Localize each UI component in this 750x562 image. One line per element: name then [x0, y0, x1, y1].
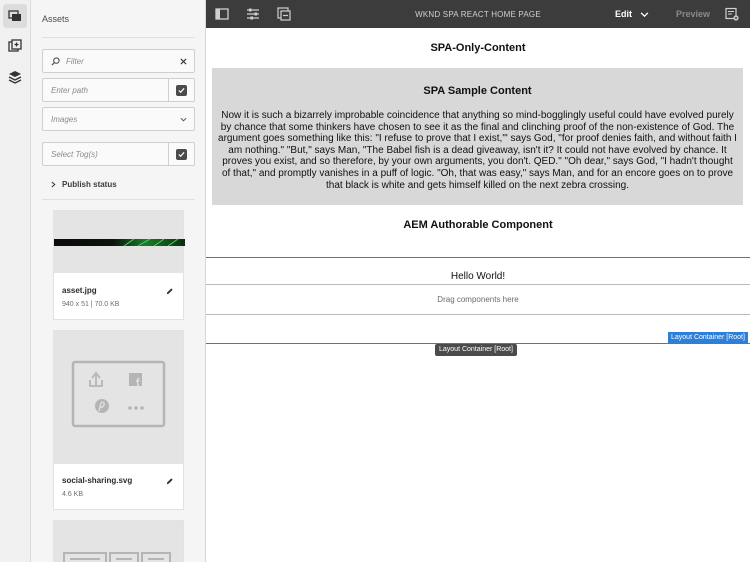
publish-status-toggle[interactable]: Publish status [51, 180, 117, 189]
panel-divider [42, 37, 195, 38]
filter-placeholder: Filter [66, 56, 84, 66]
checkbox-icon [176, 148, 187, 160]
content-tree-rail-button[interactable] [3, 65, 27, 89]
asset-name: social-sharing.svg [62, 476, 133, 485]
annotations-icon[interactable] [725, 7, 739, 21]
close-icon [179, 57, 187, 65]
spa-only-heading: SPA-Only-Content [430, 42, 526, 54]
asset-thumbnail [54, 331, 183, 464]
chevron-down-icon [172, 116, 194, 123]
component-divider [206, 314, 750, 315]
assets-rail-button[interactable] [3, 4, 27, 28]
search-icon [51, 56, 60, 66]
panel-title: Assets [42, 14, 70, 24]
asset-type-select[interactable]: Images [42, 107, 195, 131]
page-title: WKND SPA REACT HOME PAGE [415, 10, 541, 19]
asset-name: asset.jpg [62, 286, 97, 295]
drag-components-placeholder[interactable]: Drag components here [206, 295, 750, 304]
hello-world-text[interactable]: Hello World! [206, 271, 750, 282]
edit-icon[interactable] [165, 477, 174, 486]
path-input[interactable]: Enter path [42, 78, 195, 102]
filter-input[interactable]: Filter [42, 49, 195, 73]
components-rail-button[interactable] [3, 34, 27, 58]
mode-selector[interactable]: Edit [615, 9, 632, 19]
publish-status-label: Publish status [62, 180, 117, 189]
tags-picker-button[interactable] [168, 143, 194, 165]
preview-button[interactable]: Preview [676, 9, 710, 19]
asset-thumbnail [54, 521, 183, 562]
side-rail [0, 0, 31, 562]
chevron-right-icon [51, 181, 56, 188]
sample-heading: SPA Sample Content [423, 85, 532, 97]
asset-type-value: Images [51, 114, 78, 124]
social-sharing-preview [71, 360, 166, 428]
edit-icon[interactable] [165, 287, 174, 296]
aem-authorable-heading: AEM Authorable Component [403, 219, 553, 231]
component-divider [206, 284, 750, 285]
tags-input[interactable]: Select Tog(s) [42, 142, 195, 166]
editor-toolbar: WKND SPA REACT HOME PAGE Edit Preview [206, 0, 750, 28]
components-icon [8, 39, 22, 52]
chevron-down-icon[interactable] [640, 10, 649, 19]
asset-card-social-sharing-svg[interactable]: social-sharing.svg 4.6 KB [53, 330, 184, 510]
page-canvas[interactable]: SPA-Only-Content SPA Sample Content Now … [206, 28, 750, 562]
sample-text: Now it is such a bizarrely improbable co… [218, 110, 737, 191]
asset-meta: 4.6 KB [62, 491, 84, 498]
asset-jpg-preview [54, 238, 185, 247]
layout-container-tooltip: Layout Container [Root] [435, 344, 517, 356]
clear-filter-button[interactable] [172, 50, 194, 72]
assets-icon [8, 10, 21, 21]
layout-container-border-top [206, 257, 750, 258]
checkbox-icon [176, 84, 187, 96]
spa-sample-content[interactable]: SPA Sample Content Now it is such a biza… [212, 68, 743, 205]
panel-divider [42, 199, 195, 200]
tags-placeholder: Select Tog(s) [51, 149, 98, 159]
asset-thumbnail [54, 211, 185, 273]
asset-card-asset-jpg[interactable]: asset.jpg 940 x 51 | 70.0 KB [53, 210, 185, 320]
layout-container-tag[interactable]: Layout Container [Root] [668, 332, 748, 343]
asset-card-partial[interactable] [53, 520, 184, 562]
asset-meta: 940 x 51 | 70.0 KB [62, 301, 120, 308]
asset-preview-partial [63, 552, 171, 562]
layers-icon [8, 71, 22, 84]
path-browse-button[interactable] [168, 79, 194, 101]
path-placeholder: Enter path [51, 85, 88, 95]
